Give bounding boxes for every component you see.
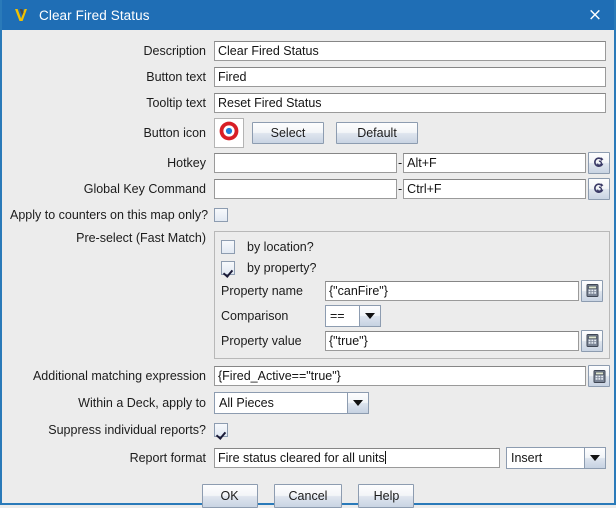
description-input[interactable]: Clear Fired Status: [214, 41, 606, 61]
button-icon-preview[interactable]: [214, 118, 244, 148]
hotkey-key-input[interactable]: Alt+F: [403, 153, 586, 173]
comparison-row: Comparison ==: [221, 303, 603, 328]
vassal-logo-icon: [12, 6, 30, 24]
label-map-only: Apply to counters on this map only?: [10, 208, 209, 222]
label-hotkey: Hotkey: [167, 156, 206, 170]
property-value-calculator-button[interactable]: [581, 329, 603, 352]
row-tooltip-text: Tooltip text Reset Fired Status: [2, 90, 614, 116]
row-deck-apply: Within a Deck, apply to All Pieces: [2, 389, 614, 417]
comparison-select[interactable]: ==: [325, 304, 381, 327]
global-key-picker-button[interactable]: [588, 178, 610, 200]
row-additional-expression: Additional matching expression {Fired_Ac…: [2, 363, 614, 389]
dialog-button-row: OK Cancel Help: [2, 484, 614, 508]
form-area: Description Clear Fired Status Button te…: [2, 30, 614, 508]
window-title: Clear Fired Status: [39, 7, 150, 23]
key-stroke-icon: [591, 181, 607, 197]
deck-apply-select[interactable]: All Pieces: [214, 392, 369, 414]
global-key-key-input[interactable]: Ctrl+F: [403, 179, 586, 199]
map-only-checkbox[interactable]: [214, 208, 228, 222]
label-description: Description: [143, 44, 206, 58]
property-value-input[interactable]: {"true"}: [325, 330, 579, 351]
row-map-only: Apply to counters on this map only?: [2, 202, 614, 228]
deck-apply-value: All Pieces: [214, 392, 347, 414]
label-fast-match: Pre-select (Fast Match): [76, 231, 206, 245]
report-insert-value: Insert: [506, 447, 584, 469]
property-name-input[interactable]: {"canFire"}: [325, 280, 579, 301]
row-hotkey: Hotkey - Alt+F: [2, 150, 614, 176]
row-fast-match: Pre-select (Fast Match) by location? by …: [2, 231, 614, 359]
global-key-name-input[interactable]: [214, 179, 397, 199]
chevron-down-icon: [347, 392, 369, 414]
label-suppress-reports: Suppress individual reports?: [48, 423, 206, 437]
row-suppress-reports: Suppress individual reports?: [2, 417, 614, 443]
label-global-key-command: Global Key Command: [83, 182, 206, 196]
by-location-label: by location?: [247, 239, 314, 254]
label-property-name: Property name: [221, 283, 303, 298]
default-icon-button[interactable]: Default: [336, 122, 418, 144]
row-global-key-command: Global Key Command - Ctrl+F: [2, 176, 614, 202]
calculator-icon: [592, 369, 607, 384]
select-icon-button[interactable]: Select: [252, 122, 324, 144]
help-button[interactable]: Help: [358, 484, 415, 508]
additional-expression-input[interactable]: {Fired_Active=="true"}: [214, 366, 586, 386]
report-format-input[interactable]: Fire status cleared for all units: [214, 448, 500, 468]
suppress-reports-checkbox[interactable]: [214, 423, 228, 437]
dialog-window: Clear Fired Status × Description Clear F…: [0, 0, 616, 508]
calculator-icon: [585, 283, 600, 298]
hotkey-picker-button[interactable]: [588, 152, 610, 174]
hotkey-name-input[interactable]: [214, 153, 397, 173]
by-property-row: by property?: [221, 257, 603, 278]
property-name-row: Property name {"canFire"}: [221, 278, 603, 303]
by-property-label: by property?: [247, 260, 317, 275]
button-text-input[interactable]: Fired: [214, 67, 606, 87]
label-deck-apply: Within a Deck, apply to: [78, 396, 206, 410]
row-report-format: Report format Fire status cleared for al…: [2, 443, 614, 473]
report-format-text: Fire status cleared for all units: [218, 451, 385, 465]
title-bar: Clear Fired Status ×: [2, 0, 614, 30]
text-caret: [384, 451, 386, 464]
fast-match-panel: by location? by property? Property name …: [214, 231, 610, 359]
by-property-checkbox[interactable]: [221, 260, 235, 275]
label-comparison: Comparison: [221, 308, 289, 323]
comparison-value: ==: [325, 304, 359, 327]
close-icon[interactable]: ×: [584, 6, 606, 24]
report-insert-select[interactable]: Insert: [506, 447, 606, 469]
row-button-icon: Button icon Select Default: [2, 116, 614, 150]
label-tooltip-text: Tooltip text: [146, 96, 206, 110]
row-description: Description Clear Fired Status: [2, 38, 614, 64]
bullseye-target-icon: [218, 120, 240, 147]
property-name-calculator-button[interactable]: [581, 279, 603, 302]
ok-button[interactable]: OK: [201, 484, 258, 508]
row-button-text: Button text Fired: [2, 64, 614, 90]
key-stroke-icon: [591, 155, 607, 171]
by-location-checkbox[interactable]: [221, 239, 235, 254]
chevron-down-icon: [584, 447, 606, 469]
label-report-format: Report format: [129, 451, 206, 465]
calculator-icon: [585, 333, 600, 348]
property-value-row: Property value {"true"}: [221, 328, 603, 353]
label-property-value: Property value: [221, 333, 302, 348]
tooltip-text-input[interactable]: Reset Fired Status: [214, 93, 606, 113]
label-button-icon: Button icon: [143, 126, 206, 140]
additional-expression-calculator-button[interactable]: [588, 365, 610, 387]
label-button-text: Button text: [146, 70, 206, 84]
chevron-down-icon: [359, 304, 381, 327]
cancel-button[interactable]: Cancel: [273, 484, 343, 508]
label-additional-expression: Additional matching expression: [32, 369, 206, 383]
by-location-row: by location?: [221, 236, 603, 257]
